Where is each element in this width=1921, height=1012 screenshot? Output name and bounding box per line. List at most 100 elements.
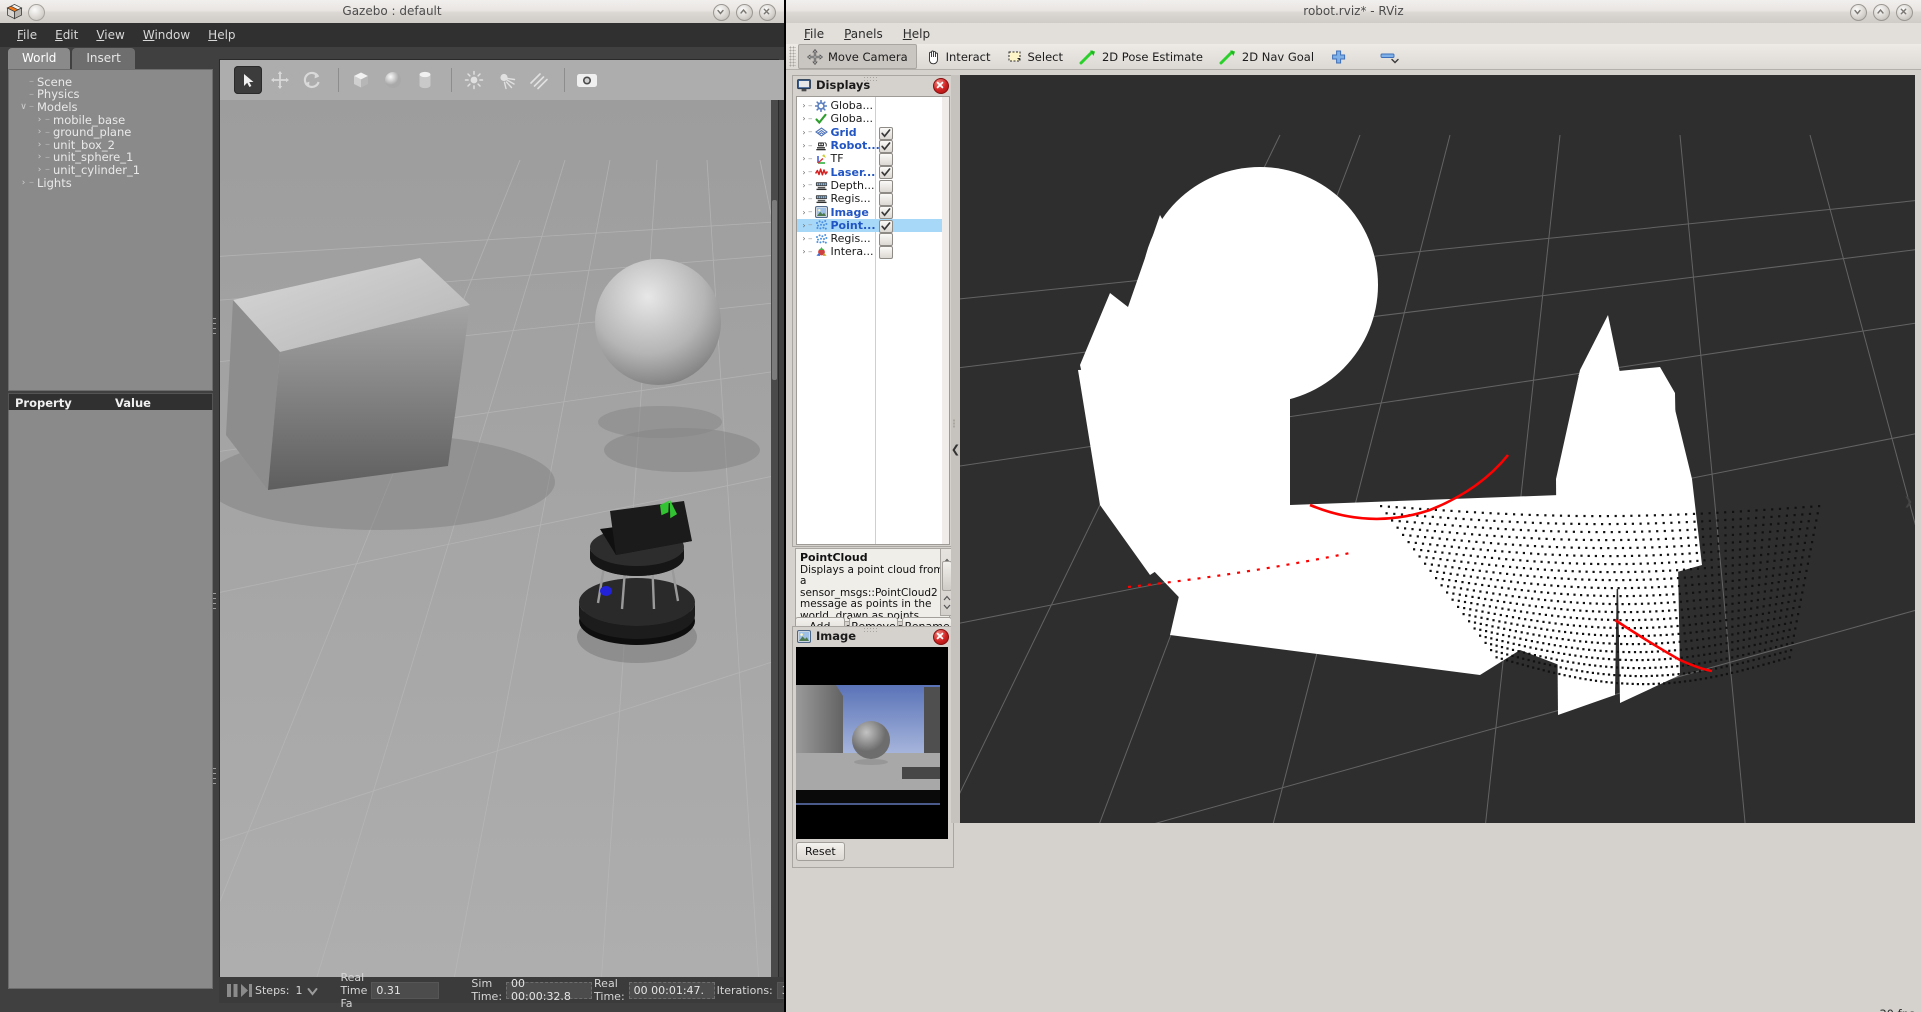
gazebo-tree-item[interactable]: –Scene [9, 75, 212, 88]
left-panel-collapse-handle[interactable]: ❮ [951, 75, 960, 823]
image-reset-button[interactable]: Reset [796, 842, 845, 861]
tree-scrollbar[interactable] [942, 97, 949, 544]
display-item[interactable]: ›–Laser... [797, 165, 949, 178]
tool-2d-nav-goal[interactable]: 2D Nav Goal [1211, 45, 1322, 68]
display-enable-checkbox[interactable] [879, 153, 893, 166]
close-icon[interactable] [933, 78, 949, 94]
chevron-right-icon[interactable]: › [800, 221, 808, 230]
translate-icon[interactable] [266, 66, 294, 94]
chevron-right-icon[interactable]: › [35, 152, 44, 162]
viewport-vertical-scrollbar[interactable] [771, 100, 778, 978]
screenshot-camera-icon[interactable] [573, 66, 601, 94]
cylinder-icon[interactable] [411, 66, 439, 94]
tool-interact[interactable]: Interact [917, 45, 999, 68]
menu-file[interactable]: File [794, 25, 834, 43]
chevron-right-icon[interactable]: › [800, 154, 808, 163]
gazebo-tree-item[interactable]: ›–unit_sphere_1 [9, 151, 212, 164]
menu-panels[interactable]: Panels [834, 25, 893, 43]
chevron-right-icon[interactable]: › [800, 194, 808, 203]
pause-icon[interactable] [225, 983, 239, 998]
chevron-right-icon[interactable]: › [800, 168, 808, 177]
display-enable-checkbox[interactable] [879, 220, 893, 233]
tab-world[interactable]: World [8, 48, 70, 69]
gazebo-tree-item[interactable]: ›–unit_cylinder_1 [9, 163, 212, 176]
close-icon[interactable] [759, 4, 776, 21]
chevron-right-icon[interactable]: ❯ [1904, 495, 1913, 508]
tool-move-camera[interactable]: Move Camera [798, 44, 917, 69]
menu-file[interactable]: File [8, 25, 46, 45]
display-enable-checkbox[interactable] [879, 246, 893, 259]
tool-2d-pose-estimate[interactable]: 2D Pose Estimate [1071, 45, 1211, 68]
display-item[interactable]: ›–Depth... [797, 179, 949, 192]
display-item[interactable]: ›–Point... [797, 219, 949, 232]
panel-resize-handle-mid[interactable] [212, 593, 217, 609]
spot-light-icon[interactable] [492, 66, 520, 94]
display-item[interactable]: ›–Regis... [797, 192, 949, 205]
camera-image-view[interactable] [796, 647, 948, 839]
displays-tree[interactable]: ›–Globa...›–Globa...›–Grid›–Robot...›–TF… [796, 96, 950, 545]
chevron-right-icon[interactable]: › [800, 234, 808, 243]
gazebo-tree-item[interactable]: ∨–Models [9, 100, 212, 113]
chevron-right-icon[interactable]: › [800, 247, 808, 256]
display-item[interactable]: ›–TF [797, 152, 949, 165]
chevron-right-icon[interactable]: › [800, 128, 808, 137]
chevron-right-icon[interactable]: › [800, 101, 808, 110]
display-enable-checkbox[interactable] [879, 193, 893, 206]
gazebo-tree-item[interactable]: ›–ground_plane [9, 125, 212, 138]
scroll-down-icon[interactable] [943, 595, 951, 614]
display-item[interactable]: ›–Image [797, 205, 949, 218]
display-item[interactable]: ›–Intera... [797, 245, 949, 258]
chevron-right-icon[interactable]: › [35, 165, 44, 175]
rotate-icon[interactable] [298, 66, 326, 94]
close-icon[interactable] [1896, 4, 1913, 21]
directional-light-icon[interactable] [524, 66, 552, 94]
chevron-right-icon[interactable]: › [35, 140, 44, 150]
panel-resize-handle-bottom[interactable] [212, 768, 217, 784]
chevron-down-icon[interactable] [307, 981, 318, 1000]
point-light-icon[interactable] [460, 66, 488, 94]
maximize-icon[interactable] [736, 4, 753, 21]
display-enable-checkbox[interactable] [879, 206, 893, 219]
close-icon[interactable] [933, 629, 949, 645]
chevron-right-icon[interactable]: › [19, 178, 28, 188]
panel-resize-handle-top[interactable] [212, 318, 217, 334]
display-enable-checkbox[interactable] [879, 180, 893, 193]
gazebo-tree-item[interactable]: ›–unit_box_2 [9, 138, 212, 151]
chevron-right-icon[interactable]: › [800, 114, 808, 123]
display-enable-checkbox[interactable] [879, 166, 893, 179]
display-enable-checkbox[interactable] [879, 140, 893, 153]
minimize-icon[interactable] [1850, 4, 1867, 21]
menu-help[interactable]: Help [199, 25, 244, 45]
gazebo-tree-item[interactable]: ›–Lights [9, 176, 212, 189]
box-icon[interactable] [347, 66, 375, 94]
chevron-right-icon[interactable]: › [800, 208, 808, 217]
menu-edit[interactable]: Edit [46, 25, 87, 45]
display-enable-checkbox[interactable] [879, 127, 893, 140]
tab-insert[interactable]: Insert [72, 48, 134, 69]
chevron-right-icon[interactable]: › [800, 181, 808, 190]
chevron-right-icon[interactable]: › [35, 127, 44, 137]
display-enable-checkbox[interactable] [879, 233, 893, 246]
menu-view[interactable]: View [87, 25, 133, 45]
menu-window[interactable]: Window [134, 25, 199, 45]
tool-select[interactable]: Select [999, 45, 1071, 68]
chevron-right-icon[interactable]: › [800, 141, 808, 150]
display-item[interactable]: ›–Regis... [797, 232, 949, 245]
maximize-icon[interactable] [1873, 4, 1890, 21]
sphere-icon[interactable] [379, 66, 407, 94]
minimize-icon[interactable] [713, 4, 730, 21]
display-item[interactable]: ›–Grid [797, 126, 949, 139]
toolbar-overflow[interactable] [1371, 45, 1409, 68]
chevron-down-icon[interactable]: ∨ [19, 102, 28, 112]
select-arrow-icon[interactable] [234, 66, 262, 94]
gazebo-tree-item[interactable]: –Physics [9, 88, 212, 101]
tool-publish-point[interactable] [1322, 45, 1355, 68]
display-item[interactable]: ›–Globa... [797, 112, 949, 125]
display-item[interactable]: ›–Globa... [797, 99, 949, 112]
display-item[interactable]: ›–Robot... [797, 139, 949, 152]
gazebo-3d-viewport[interactable] [220, 100, 778, 978]
gazebo-tree-item[interactable]: ›–mobile_base [9, 113, 212, 126]
chevron-right-icon[interactable]: › [35, 115, 44, 125]
rviz-3d-viewport[interactable]: ❯ [960, 75, 1915, 823]
toolbar-drag-handle[interactable] [789, 46, 796, 67]
